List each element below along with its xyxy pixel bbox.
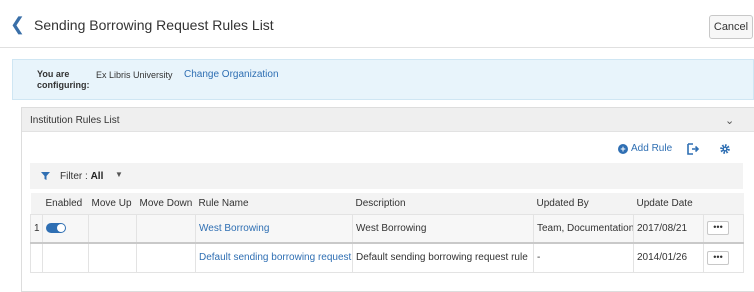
institution-rules-panel: Institution Rules List ⌄ + Add Rule Filte… [21,107,754,292]
move-down-cell [136,213,196,244]
update-date-cell: 2014/01/26 [633,242,704,273]
panel-header[interactable]: Institution Rules List ⌄ [22,108,754,132]
enabled-cell [42,242,89,273]
row-index: 1 [30,213,43,244]
rule-name-link[interactable]: Default sending borrowing request rule [199,252,352,263]
configuring-label: You are configuring: [37,69,90,90]
rule-name-link[interactable]: West Borrowing [199,223,269,234]
updated-by-cell: Team, Documentation [533,213,634,244]
chevron-down-icon[interactable]: ⌄ [725,114,734,127]
filter-prefix: Filter : [60,171,91,182]
row-actions-button[interactable]: ••• [707,250,729,265]
column-header-updated-by[interactable]: Updated By [533,193,634,214]
chevron-left-icon[interactable]: ❮ [10,14,28,34]
column-header-description[interactable]: Description [352,193,534,214]
table-row: 1 West Borrowing West Borrowing Team, Do… [30,213,744,244]
row-index [30,242,43,273]
table-row: Default sending borrowing request rule D… [30,242,744,273]
filter-dropdown[interactable]: Filter : All [60,171,103,182]
gear-icon[interactable] [719,143,731,155]
column-header-move-down: Move Down [136,193,196,214]
column-header-move-up: Move Up [88,193,137,214]
add-rule-label: Add Rule [631,143,673,154]
row-actions-button[interactable]: ••• [707,221,729,236]
rule-name-cell: West Borrowing [195,213,353,244]
page-header: ❮ Sending Borrowing Request Rules List C… [0,0,754,48]
rules-table: Enabled Move Up Move Down Rule Name Desc… [30,193,744,273]
update-date-cell: 2017/08/21 [633,213,704,244]
description-cell: West Borrowing [352,213,534,244]
move-down-cell [136,242,196,273]
panel-title: Institution Rules List [30,115,120,126]
organization-name: Ex Libris University [96,70,173,80]
enabled-cell [42,213,89,244]
move-up-cell [88,242,137,273]
configuring-bar: You are configuring: Ex Libris Universit… [12,59,754,100]
page-title: Sending Borrowing Request Rules List [34,17,274,33]
column-header-index [30,193,43,214]
column-header-actions [703,193,744,214]
enabled-toggle[interactable] [46,223,66,234]
toggle-knob [57,224,65,233]
filter-icon [41,172,50,180]
cancel-button[interactable]: Cancel [709,15,753,39]
updated-by-cell: - [533,242,634,273]
caret-down-icon[interactable]: ▼ [115,170,123,179]
description-cell: Default sending borrowing request rule [352,242,534,273]
actions-cell: ••• [703,242,744,273]
plus-circle-icon: + [618,144,628,154]
move-up-cell [88,213,137,244]
filter-bar: Filter : All ▼ [30,163,743,189]
column-header-enabled: Enabled [42,193,89,214]
actions-cell: ••• [703,213,744,244]
table-header-row: Enabled Move Up Move Down Rule Name Desc… [30,193,744,214]
add-rule-button[interactable]: + Add Rule [618,143,672,157]
rule-name-cell: Default sending borrowing request rule [195,242,353,273]
filter-value: All [90,171,104,182]
column-header-update-date[interactable]: Update Date [633,193,704,214]
change-organization-link[interactable]: Change Organization [184,69,279,80]
column-header-rule-name[interactable]: Rule Name [195,193,353,214]
export-icon[interactable] [686,142,700,156]
